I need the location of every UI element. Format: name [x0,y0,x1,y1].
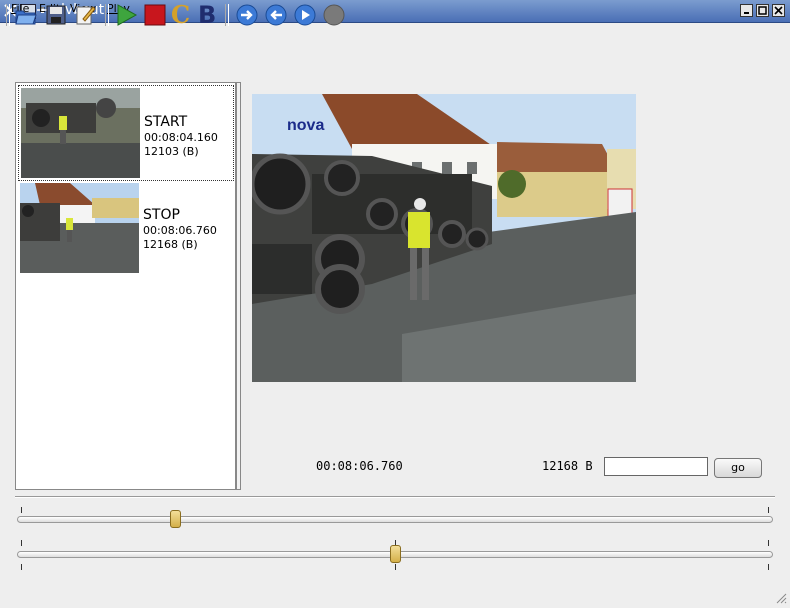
edit-icon[interactable] [73,3,97,27]
resize-grip-icon[interactable] [775,592,787,604]
start-time: 00:08:04.160 [144,131,218,144]
marker-list-scrollbar[interactable] [236,82,241,490]
marker-list[interactable]: START 00:08:04.160 12103 (B) STOP 00:08:… [15,82,236,490]
stop-thumbnail [20,183,139,273]
jump-forward-icon[interactable] [235,3,259,27]
start-thumbnail [21,88,140,178]
frame-readout: 12168 B [542,459,593,473]
start-frame: 12103 (B) [144,145,199,158]
close-button[interactable] [772,4,785,17]
slider-tick [768,540,769,546]
marker-entry-stop[interactable]: STOP 00:08:06.760 12168 (B) [18,181,234,277]
marker-entry-start[interactable]: START 00:08:04.160 12103 (B) [18,85,234,181]
save-icon[interactable] [44,3,68,27]
go-button[interactable]: go [714,458,762,478]
coarse-slider[interactable] [17,516,773,523]
tv-logo: nova [287,117,324,134]
slider-tick [768,564,769,570]
play-forward-icon[interactable] [293,3,317,27]
start-label: START [144,114,188,130]
minimize-icon [744,12,749,14]
record-circle-icon[interactable] [322,3,346,27]
minimize-button[interactable] [740,4,753,17]
stop-label: STOP [143,207,180,223]
toolbar [0,42,790,72]
slider-tick [21,540,22,546]
stop-icon[interactable] [143,3,167,27]
chapter-c-label: C [171,0,191,29]
toolbar-separator [6,4,10,26]
divider [15,496,775,498]
video-frame[interactable]: nova [252,94,636,382]
toolbar-separator [225,4,229,26]
maximize-icon [758,6,767,15]
bookmark-b-label: B [198,1,217,29]
fine-slider-handle[interactable] [389,545,401,563]
maximize-button[interactable] [756,4,769,17]
bookmark-b-icon[interactable]: B [198,3,222,27]
slider-tick [21,507,22,513]
frame-jump-input[interactable] [604,457,708,476]
open-folder-icon[interactable] [14,3,38,27]
stop-time: 00:08:06.760 [143,224,217,237]
slider-tick [395,564,396,570]
timecode-readout: 00:08:06.760 [316,459,403,473]
toolbar-separator [105,4,109,26]
close-icon [774,6,783,15]
slider-tick [768,507,769,513]
jump-back-icon[interactable] [264,3,288,27]
chapter-c-icon[interactable]: C [171,3,195,27]
play-icon[interactable] [114,3,138,27]
slider-tick [21,564,22,570]
stop-frame: 12168 (B) [143,238,198,251]
coarse-slider-handle[interactable] [169,510,181,528]
